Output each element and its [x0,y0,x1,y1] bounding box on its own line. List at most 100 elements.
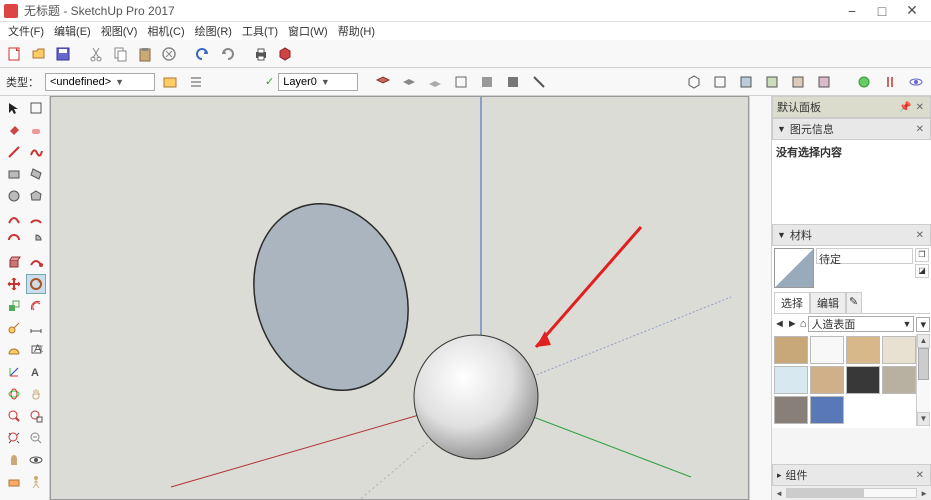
tape-measure-tool[interactable] [4,318,24,338]
copy-button[interactable] [110,43,132,65]
material-swatch[interactable] [810,336,844,364]
pan-tool[interactable] [26,384,46,404]
current-material-swatch[interactable] [774,248,814,288]
iso-view-button[interactable] [683,71,705,93]
forward-icon[interactable]: ► [787,318,798,330]
save-button[interactable] [52,43,74,65]
look-around-button[interactable] [905,71,927,93]
previous-view-tool[interactable] [26,428,46,448]
protractor-tool[interactable] [4,340,24,360]
position-camera-tool[interactable] [4,450,24,470]
type-combo[interactable]: <undefined> ▼ [45,73,155,91]
3d-text-tool[interactable]: A [26,362,46,382]
close-button[interactable]: ✕ [897,2,927,19]
walk-tool[interactable] [26,472,46,492]
position-camera-button[interactable] [853,71,875,93]
back-view-button[interactable] [787,71,809,93]
axes-tool[interactable] [4,362,24,382]
collection-combo[interactable]: 人造表面 ▼ [808,316,914,332]
material-swatch[interactable] [882,336,916,364]
rectangle-tool[interactable] [4,164,24,184]
undo-button[interactable] [192,43,214,65]
rotate-tool[interactable] [26,274,46,294]
scroll-up-button[interactable]: ▲ [917,334,930,348]
layer-combo[interactable]: Layer0 ▼ [278,73,358,91]
scale-tool[interactable] [4,296,24,316]
make-component-tool[interactable] [26,98,46,118]
section-plane-tool[interactable] [4,472,24,492]
cut-button[interactable] [86,43,108,65]
offset-tool[interactable] [26,296,46,316]
menu-file[interactable]: 文件(F) [4,23,48,39]
print-button[interactable] [250,43,272,65]
arc-tool[interactable] [4,208,24,228]
eyedropper-tab[interactable]: ✎ [846,292,862,313]
layer-manager-button[interactable] [372,71,394,93]
menu-draw[interactable]: 绘图(R) [191,23,236,39]
pie-tool[interactable] [26,230,46,250]
zoom-window-tool[interactable] [26,406,46,426]
zoom-extents-tool[interactable] [4,428,24,448]
material-swatch[interactable] [846,336,880,364]
menu-camera[interactable]: 相机(C) [143,23,188,39]
select-tab[interactable]: 选择 [774,292,810,313]
left-view-button[interactable] [813,71,835,93]
text-tool[interactable]: A1 [26,340,46,360]
push-pull-tool[interactable] [4,252,24,272]
maximize-button[interactable]: □ [867,3,897,19]
circle-tool[interactable] [4,186,24,206]
entity-info-header[interactable]: ▼ 图元信息 ✕ [772,118,931,140]
line-tool[interactable] [4,142,24,162]
tray-bottom-scroll[interactable]: ◄ ► [772,486,931,500]
redo-button[interactable] [216,43,238,65]
menu-edit[interactable]: 编辑(E) [50,23,95,39]
material-swatch[interactable] [774,396,808,424]
two-point-arc-tool[interactable] [26,208,46,228]
menu-window[interactable]: 窗口(W) [284,23,332,39]
eraser-tool[interactable] [26,120,46,140]
paste-button[interactable] [134,43,156,65]
delete-button[interactable] [158,43,180,65]
section-button[interactable] [528,71,550,93]
edit-tab[interactable]: 编辑 [810,292,846,313]
walk-button[interactable] [879,71,901,93]
zoom-tool[interactable] [4,406,24,426]
right-view-button[interactable] [761,71,783,93]
paint-bucket-tool[interactable] [4,120,24,140]
open-button[interactable] [28,43,50,65]
materials-scrollbar[interactable]: ▲ ▼ [916,334,930,426]
scroll-down-button[interactable]: ▼ [917,412,930,426]
menu-tools[interactable]: 工具(T) [238,23,282,39]
component-options-button[interactable] [185,71,207,93]
freehand-tool[interactable] [26,142,46,162]
follow-me-tool[interactable] [26,252,46,272]
viewport-3d[interactable] [50,96,749,500]
material-swatch[interactable] [774,366,808,394]
component-browse-button[interactable] [159,71,181,93]
material-swatch[interactable] [846,366,880,394]
look-around-tool[interactable] [26,450,46,470]
default-material-button[interactable]: ◪ [915,264,929,278]
minimize-button[interactable]: − [837,3,867,19]
new-button[interactable] [4,43,26,65]
menu-icon[interactable]: ▾ [916,317,930,332]
xray-button[interactable] [450,71,472,93]
fog-button[interactable] [424,71,446,93]
material-swatch[interactable] [774,336,808,364]
model-info-button[interactable] [274,43,296,65]
tray-title-bar[interactable]: 默认面板 📌 ✕ [772,96,931,118]
front-view-button[interactable] [735,71,757,93]
close-tray-icon[interactable]: ✕ [914,102,926,113]
home-icon[interactable]: ⌂ [800,318,807,330]
polygon-tool[interactable] [26,186,46,206]
create-material-button[interactable]: ❐ [915,248,929,262]
three-point-arc-tool[interactable] [4,230,24,250]
menu-help[interactable]: 帮助(H) [334,23,379,39]
scroll-thumb[interactable] [918,348,929,380]
close-panel-icon[interactable]: ✕ [914,124,926,135]
material-swatch[interactable] [882,366,916,394]
components-header[interactable]: ▸ 组件 ✕ [772,464,931,486]
material-swatch[interactable] [810,396,844,424]
orbit-tool[interactable] [4,384,24,404]
dimension-tool[interactable] [26,318,46,338]
